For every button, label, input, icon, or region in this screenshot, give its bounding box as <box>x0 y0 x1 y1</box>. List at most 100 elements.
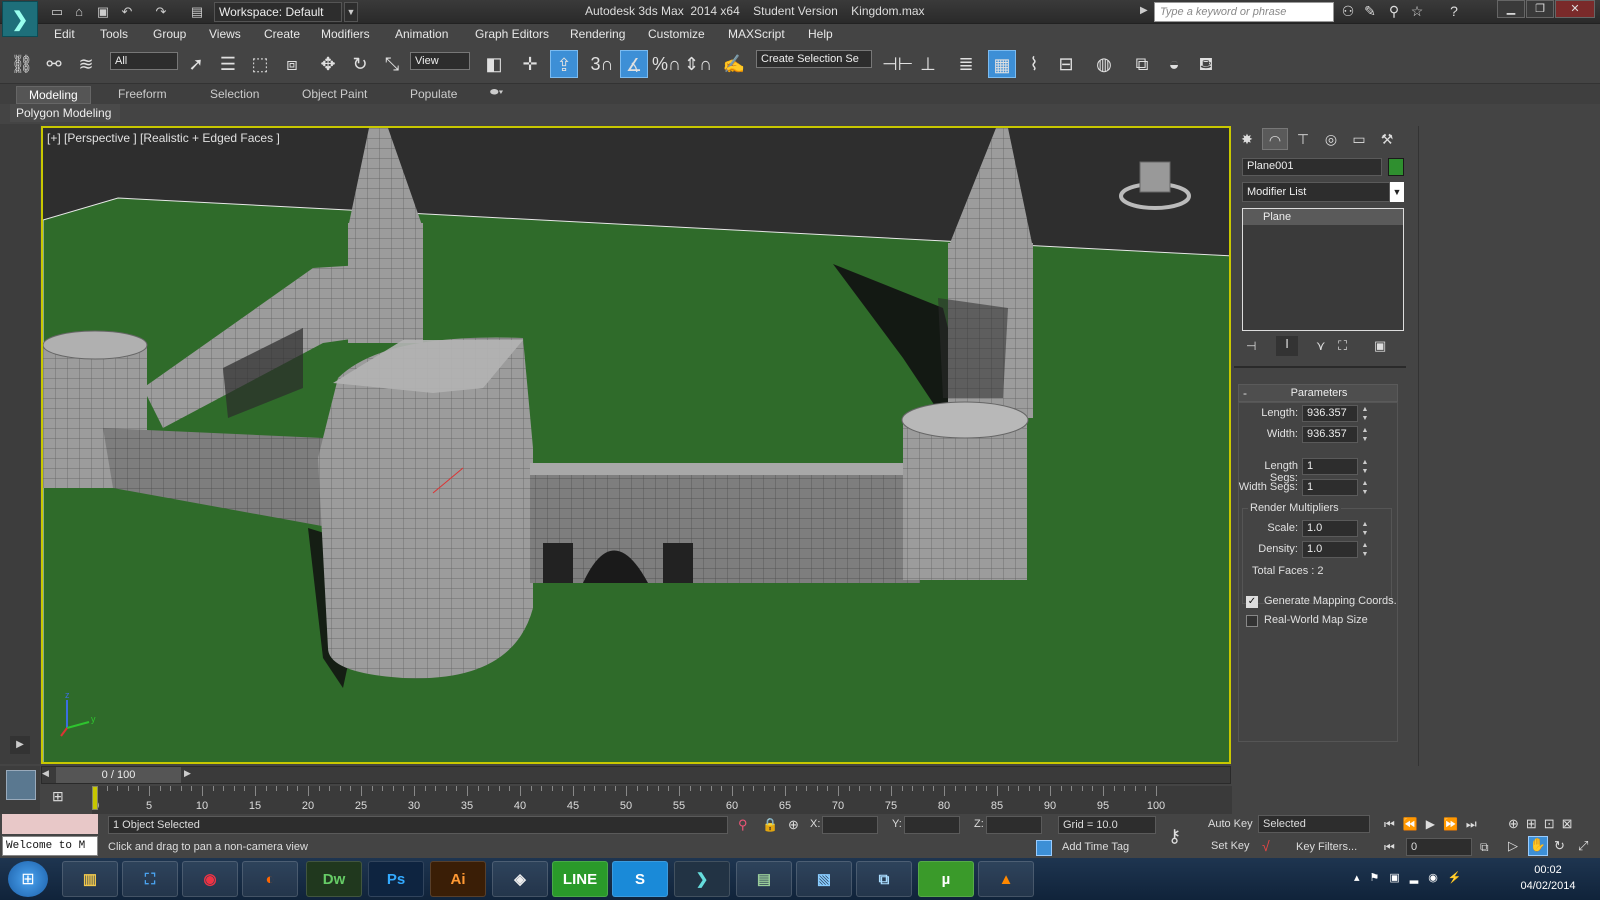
utilities-tab-icon[interactable]: ⚒ <box>1374 128 1400 150</box>
undo-icon[interactable]: ↶ <box>118 3 136 21</box>
scene-explorer-icon[interactable]: ▦ <box>988 50 1016 78</box>
layer-manager-icon[interactable]: ≣ <box>952 50 980 78</box>
width-segs-spinner[interactable]: ▲ ▼ <box>1360 479 1370 497</box>
real-world-map-checkbox[interactable] <box>1246 615 1258 627</box>
save-file-icon[interactable]: ▣ <box>94 3 112 21</box>
selection-filter-dropdown[interactable]: All <box>110 52 178 70</box>
modify-tab-icon[interactable]: ◠ <box>1262 128 1288 150</box>
clock-time[interactable]: 00:02 <box>1516 864 1580 876</box>
close-button[interactable]: ✕ <box>1555 0 1595 18</box>
current-frame-field[interactable]: 0 <box>1406 838 1472 856</box>
mini-listener-thumbnail[interactable] <box>6 770 36 800</box>
density-field[interactable]: 1.0 <box>1302 541 1358 558</box>
length-spinner[interactable]: ▲ ▼ <box>1360 405 1370 423</box>
project-folder-icon[interactable]: ▤ <box>188 3 206 21</box>
taskbar-dreamweaver-icon[interactable]: Dw <box>306 861 362 897</box>
maximize-viewport-icon[interactable]: ⤢ <box>1578 838 1588 854</box>
tab-modeling[interactable]: Modeling <box>16 86 91 104</box>
time-tag-icon[interactable] <box>1036 840 1052 856</box>
maxscript-listener-top[interactable] <box>2 814 98 834</box>
menu-tools[interactable]: Tools <box>100 27 128 41</box>
search-input[interactable]: Type a keyword or phrase <box>1154 2 1334 22</box>
unlink-icon[interactable]: ⚯ <box>40 50 68 78</box>
track-bar[interactable]: 0510152025303540455055606570758085909510… <box>92 786 1232 814</box>
hierarchy-tab-icon[interactable]: ⊤ <box>1290 128 1316 150</box>
make-unique-icon[interactable]: ⋎ <box>1316 338 1326 354</box>
material-editor-icon[interactable]: ◍ <box>1090 50 1118 78</box>
edit-named-selection-icon[interactable]: ✍ <box>720 50 748 78</box>
auto-key-button[interactable]: Auto Key <box>1208 818 1253 830</box>
taskbar-terminal-icon[interactable]: ▤ <box>736 861 792 897</box>
menu-maxscript[interactable]: MAXScript <box>728 27 785 41</box>
snaps-toggle-icon[interactable]: 3∩ <box>588 50 616 78</box>
set-key-key-icon[interactable]: ⚷ <box>1168 826 1181 847</box>
ribbon-options-icon[interactable]: ⬬▾ <box>490 87 503 98</box>
menu-views[interactable]: Views <box>209 27 241 41</box>
rendered-frame-window-icon[interactable]: ◒ <box>1160 50 1188 78</box>
create-tab-icon[interactable]: ✸ <box>1234 128 1260 150</box>
pivot-center-icon[interactable]: ◧ <box>480 50 508 78</box>
info-icon[interactable]: ⚲ <box>1384 3 1404 21</box>
manipulate-icon[interactable]: ✛ <box>516 50 544 78</box>
expand-ribbon-icon[interactable]: ▶ <box>10 736 30 754</box>
viewport-label[interactable]: [+] [Perspective ] [Realistic + Edged Fa… <box>47 131 280 145</box>
link-icon[interactable]: ⛓ <box>8 50 36 78</box>
render-setup-icon[interactable]: ⧉ <box>1128 50 1156 78</box>
time-slider-track[interactable] <box>41 766 1231 784</box>
menu-help[interactable]: Help <box>808 27 833 41</box>
maximize-button[interactable]: ❐ <box>1526 0 1554 18</box>
tools-icon[interactable]: ✎ <box>1360 3 1380 21</box>
angle-snap-icon[interactable]: ∡ <box>620 50 648 78</box>
minimize-button[interactable]: ▁ <box>1497 0 1525 18</box>
object-color-swatch[interactable] <box>1388 158 1404 176</box>
favorites-star-icon[interactable]: ☆ <box>1407 3 1427 21</box>
taskbar-firefox-icon[interactable]: ◐ <box>242 861 298 897</box>
named-selection-dropdown[interactable]: Create Selection Se <box>756 50 872 68</box>
menu-rendering[interactable]: Rendering <box>570 27 625 41</box>
select-by-name-icon[interactable]: ☰ <box>214 50 242 78</box>
spinner-snap-icon[interactable]: ⇕∩ <box>684 50 712 78</box>
search-arrow-icon[interactable]: ▶ <box>1140 5 1148 16</box>
stack-item-plane[interactable]: Plane <box>1243 209 1403 225</box>
tab-populate[interactable]: Populate <box>410 87 457 101</box>
menu-group[interactable]: Group <box>153 27 186 41</box>
remove-modifier-icon[interactable]: ⛶ <box>1338 338 1347 354</box>
keyboard-shortcut-override-icon[interactable]: ⇪ <box>550 50 578 78</box>
taskbar-remote-icon[interactable]: ⧉ <box>856 861 912 897</box>
menu-edit[interactable]: Edit <box>54 27 75 41</box>
workspace-chevron-icon[interactable]: ▼ <box>344 2 358 22</box>
key-mode-toggle-icon[interactable]: ⏮ <box>1384 840 1395 855</box>
schematic-view-icon[interactable]: ⊟ <box>1052 50 1080 78</box>
menu-graph-editors[interactable]: Graph Editors <box>475 27 549 41</box>
playhead[interactable] <box>92 786 98 810</box>
menu-create[interactable]: Create <box>264 27 300 41</box>
time-config-icon[interactable]: ⧉ <box>1480 840 1489 855</box>
length-field[interactable]: 936.357 <box>1302 405 1358 422</box>
add-time-tag-button[interactable]: Add Time Tag <box>1062 841 1129 853</box>
polygon-modeling-panel[interactable]: Polygon Modeling <box>10 104 120 122</box>
time-slider[interactable]: 0 / 100 <box>56 767 181 783</box>
taskbar-unity-icon[interactable]: ◈ <box>492 861 548 897</box>
trackbar-toggle-icon[interactable]: ⊞ <box>52 788 64 805</box>
taskbar-photoshop-icon[interactable]: Ps <box>368 861 424 897</box>
window-crossing-icon[interactable]: ⧈ <box>278 50 306 78</box>
key-mode-dropdown[interactable]: Selected <box>1258 815 1370 833</box>
reference-coordinate-dropdown[interactable]: View <box>410 52 470 70</box>
perspective-viewport[interactable]: [+] [Perspective ] [Realistic + Edged Fa… <box>41 126 1231 764</box>
configure-sets-icon[interactable]: ▣ <box>1374 338 1386 354</box>
density-spinner[interactable]: ▲ ▼ <box>1360 541 1370 559</box>
z-coordinate-field[interactable] <box>986 816 1042 834</box>
redo-icon[interactable]: ↷ <box>152 3 170 21</box>
rotate-icon[interactable]: ↻ <box>346 50 374 78</box>
app-logo-icon[interactable]: ❯ <box>2 1 38 37</box>
set-key-button[interactable]: Set Key <box>1211 840 1250 852</box>
y-coordinate-field[interactable] <box>904 816 960 834</box>
modifier-stack[interactable]: Plane <box>1242 208 1404 331</box>
system-tray-icons[interactable]: ▴⚑▣▂◉⚡ <box>1354 871 1472 884</box>
taskbar-line-icon[interactable]: LINE <box>552 861 608 897</box>
tab-freeform[interactable]: Freeform <box>118 87 167 101</box>
taskbar-store-icon[interactable]: ⛶ <box>122 861 178 897</box>
key-filters-button[interactable]: Key Filters... <box>1296 841 1357 853</box>
mirror-icon[interactable]: ⊣⊢ <box>882 50 913 78</box>
menu-modifiers[interactable]: Modifiers <box>321 27 370 41</box>
